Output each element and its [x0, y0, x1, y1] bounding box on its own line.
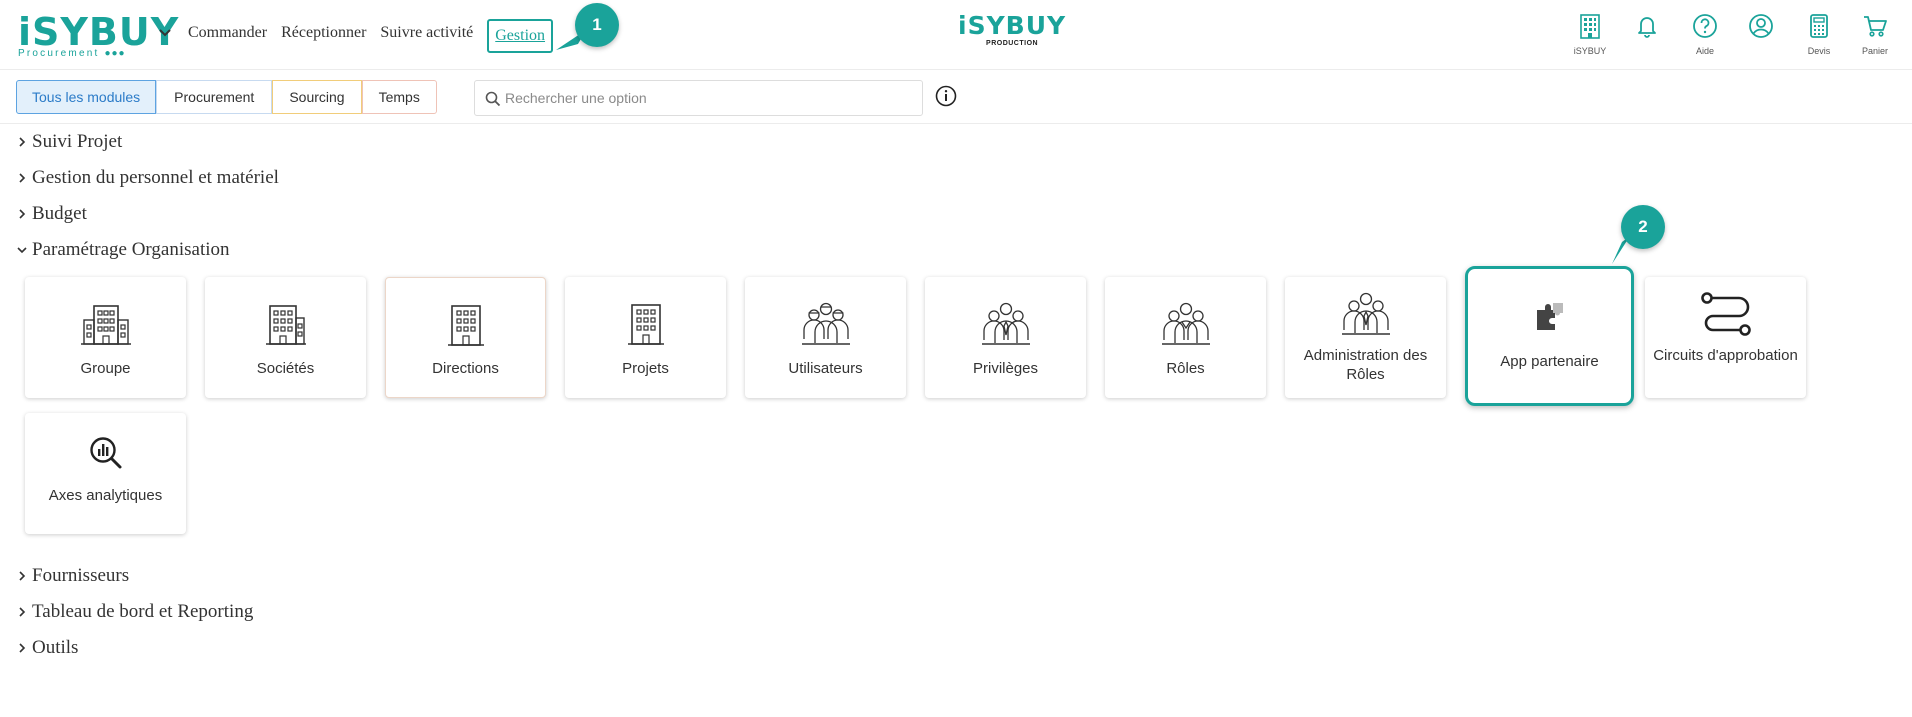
- top-bar: iSYBUY Procurement ●●● Commander Récepti…: [0, 0, 1912, 70]
- section-outils[interactable]: Outils: [16, 637, 78, 659]
- bell-icon: [1638, 17, 1656, 38]
- card-groupe[interactable]: Groupe: [25, 277, 186, 398]
- calculator-icon: [1810, 14, 1828, 38]
- section-title: Fournisseurs: [32, 565, 130, 586]
- building-icon: [80, 305, 131, 345]
- main-nav: Commander Réceptionner Suivre activité G…: [188, 19, 567, 53]
- header-devis-label: Devis: [1807, 46, 1831, 56]
- chevron-down-icon: [17, 247, 27, 254]
- filter-all-modules[interactable]: Tous les modules: [16, 80, 157, 114]
- card-label: App partenaire: [1500, 353, 1599, 370]
- card-axes-analytiques[interactable]: Axes analytiques: [25, 413, 186, 534]
- card-circuits-approbation[interactable]: Circuits d'approbation: [1645, 277, 1806, 398]
- section-title: Budget: [32, 203, 87, 224]
- section-title: Suivi Projet: [32, 131, 123, 152]
- users-group-icon: [981, 302, 1030, 345]
- header-help-label: Aide: [1695, 46, 1714, 56]
- card-label: Directions: [432, 360, 499, 377]
- filter-procurement[interactable]: Procurement: [156, 80, 273, 114]
- nav-gestion[interactable]: Gestion: [487, 19, 554, 53]
- header-cart-label: Panier: [1861, 46, 1888, 56]
- card-label: Projets: [622, 360, 669, 377]
- nav-commander[interactable]: Commander: [188, 24, 267, 53]
- header-notifications[interactable]: [1617, 10, 1677, 40]
- puzzle-icon: [1536, 303, 1563, 330]
- center-logo-main: iSYBUY: [958, 11, 1067, 40]
- header-devis[interactable]: Devis: [1789, 10, 1849, 56]
- analytics-search-icon: [89, 437, 121, 469]
- card-roles[interactable]: Rôles: [1105, 277, 1266, 398]
- center-logo-sub: PRODUCTION: [986, 40, 1039, 47]
- users-group-icon: [801, 302, 850, 345]
- filter-sourcing[interactable]: Sourcing: [272, 80, 362, 114]
- card-label: Utilisateurs: [788, 360, 863, 377]
- building-icon: [265, 305, 306, 345]
- header-help[interactable]: Aide: [1675, 10, 1735, 56]
- users-group-icon: [1161, 302, 1210, 345]
- nav-suivre-activite[interactable]: Suivre activité: [380, 24, 473, 53]
- chevron-right-icon: [19, 571, 26, 581]
- chevron-right-icon: [19, 607, 26, 617]
- annotation-step-1: 1: [575, 3, 619, 47]
- account-icon: [1749, 14, 1773, 38]
- section-title: Gestion du personnel et matériel: [32, 167, 279, 188]
- chevron-right-icon: [19, 137, 26, 147]
- annotation-step-2: 2: [1621, 205, 1665, 249]
- users-group-icon: [1341, 292, 1390, 335]
- chevron-right-icon: [19, 209, 26, 219]
- header-isybuy-label: iSYBUY: [1573, 46, 1607, 56]
- card-label: Sociétés: [256, 360, 315, 377]
- info-icon[interactable]: [934, 84, 958, 108]
- header-account[interactable]: [1731, 10, 1791, 40]
- section-fournisseurs[interactable]: Fournisseurs: [16, 565, 129, 587]
- chevron-down-icon[interactable]: [158, 26, 172, 40]
- card-label: Axes analytiques: [48, 487, 163, 504]
- isybuy-building-icon: [1580, 14, 1600, 39]
- chevron-right-icon: [19, 643, 26, 653]
- card-societes[interactable]: Sociétés: [205, 277, 366, 398]
- section-tableau-de-bord[interactable]: Tableau de bord et Reporting: [16, 601, 253, 623]
- section-title: Outils: [32, 637, 79, 658]
- card-directions[interactable]: Directions: [385, 277, 546, 398]
- help-icon: [1693, 14, 1717, 38]
- center-logo: iSYBUY PRODUCTION: [958, 11, 1067, 48]
- app-logo[interactable]: iSYBUY Procurement ●●●: [18, 12, 179, 59]
- card-privileges[interactable]: Privilèges: [925, 277, 1086, 398]
- card-label: Rôles: [1166, 360, 1205, 377]
- card-label: Groupe: [80, 360, 131, 377]
- card-label: Administration des Rôles: [1303, 347, 1428, 383]
- section-title: Paramétrage Organisation: [32, 239, 230, 260]
- section-suivi-projet[interactable]: Suivi Projet: [16, 131, 122, 153]
- building-icon: [447, 305, 484, 346]
- cart-icon: [1864, 16, 1887, 37]
- chevron-right-icon: [19, 173, 26, 183]
- building-icon: [627, 304, 664, 345]
- section-budget[interactable]: Budget: [16, 203, 87, 225]
- workflow-icon: [1700, 292, 1751, 336]
- nav-receptionner[interactable]: Réceptionner: [281, 24, 366, 53]
- card-label: Privilèges: [972, 360, 1039, 377]
- filter-temps[interactable]: Temps: [361, 80, 437, 114]
- search-box: [474, 80, 923, 116]
- card-utilisateurs[interactable]: Utilisateurs: [745, 277, 906, 398]
- divider: [0, 123, 1912, 124]
- card-administration-roles[interactable]: Administration des Rôles: [1285, 277, 1446, 398]
- header-isybuy[interactable]: iSYBUY: [1560, 10, 1620, 56]
- card-label: Circuits d'approbation: [1653, 347, 1798, 364]
- section-title: Tableau de bord et Reporting: [32, 601, 254, 622]
- logo-main-text: iSYBUY: [18, 10, 180, 54]
- section-gestion-personnel[interactable]: Gestion du personnel et matériel: [16, 167, 279, 189]
- search-icon: [485, 91, 501, 107]
- card-app-partenaire[interactable]: App partenaire: [1469, 270, 1630, 402]
- section-parametrage-organisation[interactable]: Paramétrage Organisation: [16, 239, 230, 261]
- search-input[interactable]: [505, 87, 905, 109]
- header-cart[interactable]: Panier: [1845, 10, 1905, 56]
- card-projets[interactable]: Projets: [565, 277, 726, 398]
- module-filter-tabs: Tous les modules Procurement Sourcing Te…: [16, 80, 437, 114]
